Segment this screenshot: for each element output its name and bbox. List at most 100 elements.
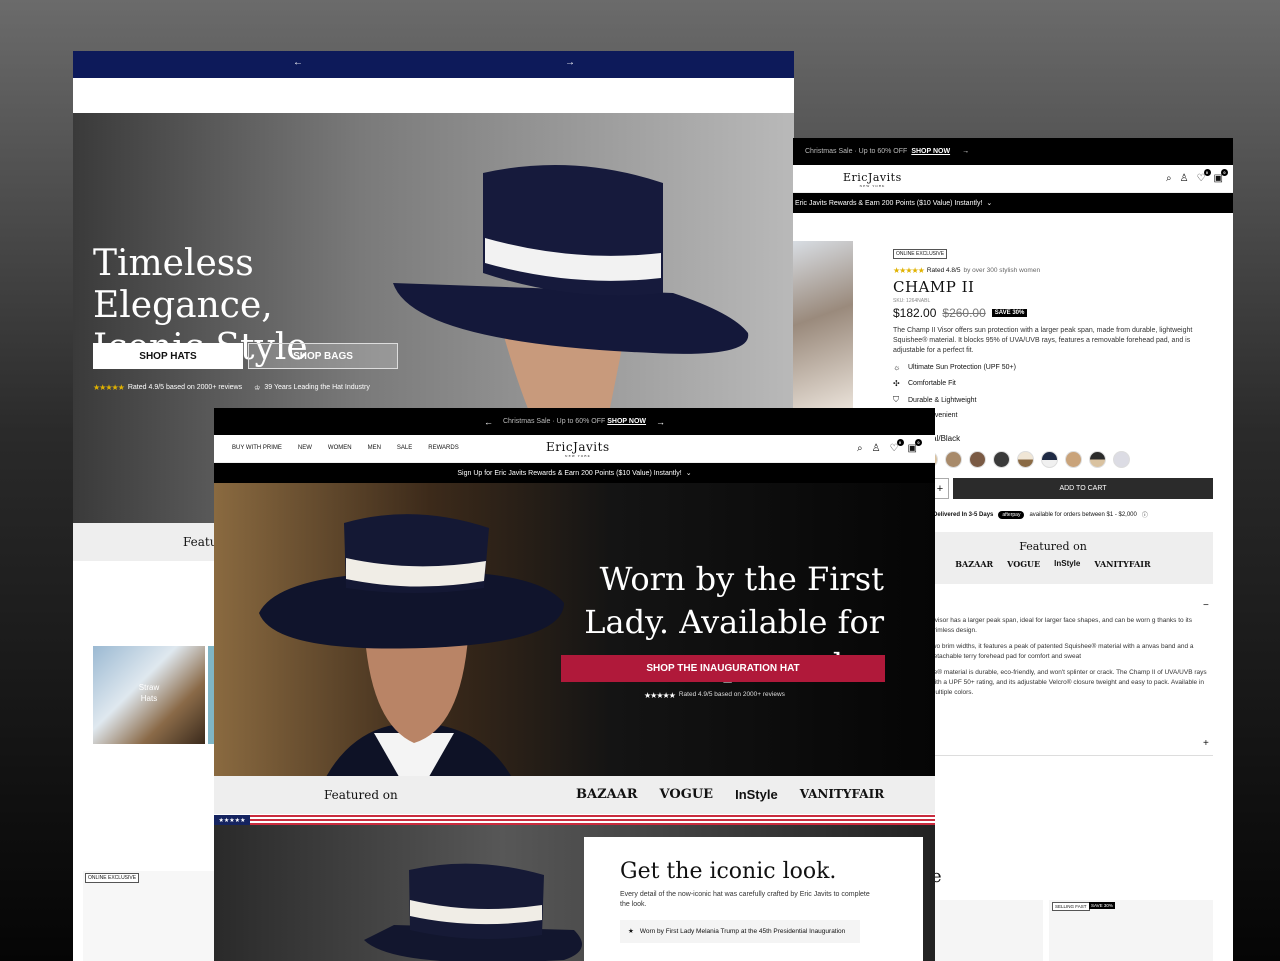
info-icon[interactable]: ⓘ — [1142, 510, 1148, 519]
next-arrow-icon[interactable]: → — [565, 57, 575, 68]
color-swatch[interactable] — [1113, 451, 1130, 468]
search-icon[interactable]: ⌕ — [1166, 173, 1172, 184]
product-card[interactable]: SELLING FAST SAVE 30% — [1049, 900, 1213, 961]
shield-icon: ⛉ — [893, 395, 899, 404]
search-icon[interactable]: ⌕ — [857, 443, 863, 454]
shop-now-link[interactable]: SHOP NOW — [911, 148, 950, 155]
rating-value: Rated 4.8/5 — [926, 267, 961, 274]
save-badge: SAVE 30% — [1089, 902, 1115, 909]
product-description: The Champ II Visor offers sun protection… — [893, 327, 1193, 354]
cart-icon[interactable]: ▣ 0 — [1214, 169, 1228, 184]
brand-logo[interactable]: EricJavits NEW YORK — [843, 171, 902, 188]
promo-bar: ← Christmas Sale · Up to 60% OFF SHOP NO… — [214, 408, 935, 435]
wishlist-count: 0 — [896, 439, 904, 446]
category-card-straw-hats[interactable]: Straw Hats — [93, 646, 205, 744]
color-swatch[interactable] — [993, 451, 1010, 468]
flag-stars: ★★★★★ — [214, 815, 250, 825]
look-description: Every detail of the now-iconic hat was c… — [620, 891, 870, 908]
look-title: Get the iconic look. — [620, 859, 837, 884]
hero-banner: Worn by the First Lady. Available for pr… — [214, 483, 935, 776]
rating-row: ★★★★★ Rated 4.9/5 based on 2000+ reviews — [644, 691, 785, 700]
feature-label: Comfortable Fit — [908, 380, 956, 387]
product-sku: SKU: 1264NABL — [893, 298, 931, 304]
cart-icon[interactable]: ▣ 0 — [908, 439, 922, 454]
logo-text: EricJavits — [843, 171, 902, 184]
adjust-icon: ✣ — [893, 379, 900, 388]
shipping-row: Delivered In 3-5 Days afterpay available… — [933, 510, 1148, 519]
nav-item-men[interactable]: MEN — [368, 445, 381, 451]
first-lady-hat-image — [259, 514, 564, 776]
site-header: EricJavits NEW YORK ⌕ ♙ ♡ 0 ▣ 0 — [793, 165, 1233, 193]
shop-hats-button[interactable]: SHOP HATS — [93, 343, 243, 369]
stars-icon: ★★★★★ — [93, 383, 125, 392]
logo-subtext: NEW YORK — [859, 184, 886, 188]
product-title: CHAMP II — [893, 278, 975, 296]
promo-bar: Christmas Sale · Up to 60% OFF SHOP NOW … — [793, 138, 1233, 165]
category-label: Straw Hats — [138, 683, 160, 703]
featured-title: Featured on — [1019, 540, 1087, 553]
color-swatch[interactable] — [1041, 451, 1058, 468]
account-icon[interactable]: ♙ — [1180, 173, 1189, 184]
instyle-logo: InStyle — [1054, 559, 1081, 568]
sun-icon: ☼ — [893, 363, 901, 372]
shop-inauguration-hat-button[interactable]: SHOP THE INAUGURATION HAT — [561, 655, 885, 682]
brand-logo[interactable]: EricJavits NEW YORK — [546, 440, 610, 458]
featured-on-box: Featured on BAZAAR VOGUE InStyle VANITYF… — [893, 532, 1213, 584]
stars-icon: ★★★★★ — [893, 266, 925, 275]
color-swatch[interactable] — [1017, 451, 1034, 468]
online-exclusive-tag: ONLINE EXCLUSIVE — [893, 249, 948, 259]
rewards-bar[interactable]: Eric Javits Rewards & Earn 200 Points ($… — [793, 193, 1233, 213]
afterpay-logo: afterpay — [998, 510, 1025, 519]
account-icon[interactable]: ♙ — [872, 443, 881, 454]
next-arrow-icon[interactable]: → — [962, 148, 969, 155]
compare-price: $260.00 — [942, 306, 986, 320]
vogue-logo: VOGUE — [1007, 559, 1041, 569]
star-bullet-icon: ★ — [628, 928, 634, 935]
iconic-look-card: Get the iconic look. Every detail of the… — [584, 837, 923, 961]
hat-image — [364, 863, 582, 961]
accordion-content: ll visor has a larger peak span, ideal f… — [930, 616, 1210, 704]
rating-suffix: by over 300 stylish women — [963, 267, 1041, 274]
product-card[interactable] — [83, 871, 218, 961]
announcement-bar: ← → — [73, 51, 794, 78]
prev-arrow-icon[interactable]: ← — [484, 417, 493, 427]
nav-item-sale[interactable]: SALE — [397, 445, 412, 451]
accordion-paragraph: ee® material is durable, eco-friendly, a… — [930, 669, 1207, 696]
add-to-cart-button[interactable]: ADD TO CART — [953, 478, 1213, 499]
color-swatch[interactable] — [1089, 451, 1106, 468]
cart-count: 0 — [1221, 169, 1228, 176]
color-swatch[interactable] — [1065, 451, 1082, 468]
cart-count: 0 — [915, 439, 922, 446]
homepage-window-front: ← Christmas Sale · Up to 60% OFF SHOP NO… — [214, 408, 935, 961]
product-image[interactable] — [793, 241, 853, 408]
crown-icon: ♔ — [254, 384, 261, 392]
prev-arrow-icon[interactable]: ← — [293, 57, 303, 68]
signup-text: Sign Up for Eric Javits Rewards & Earn 2… — [457, 469, 682, 477]
chevron-down-icon: ⌄ — [685, 470, 692, 477]
feature-item: ⛉ Durable & Lightweight — [893, 395, 1213, 405]
rewards-text: Eric Javits Rewards & Earn 200 Points ($… — [795, 199, 983, 207]
wishlist-icon[interactable]: ♡ 0 — [890, 439, 904, 454]
feature-label: Ultimate Sun Protection (UPF 50+) — [908, 364, 1016, 371]
wishlist-icon[interactable]: ♡ 0 — [1197, 169, 1211, 184]
accordion-collapse-icon[interactable]: − — [1203, 600, 1209, 611]
shop-now-link[interactable]: SHOP NOW — [607, 418, 646, 425]
shop-bags-button[interactable]: SHOP BAGS — [248, 343, 398, 369]
rewards-signup-bar[interactable]: Sign Up for Eric Javits Rewards & Earn 2… — [214, 463, 935, 483]
feature-item: le & Convenient — [893, 412, 1213, 419]
vanityfair-logo: VANITYFAIR — [799, 787, 885, 801]
afterpay-text: available for orders between $1 - $2,000 — [1029, 511, 1137, 518]
price-row: $182.00 $260.00 SAVE 30% — [893, 306, 1213, 320]
header-icons: ⌕ ♙ ♡ 0 ▣ 0 — [857, 439, 922, 454]
color-swatch[interactable] — [969, 451, 986, 468]
nav-item-buy-with-prime[interactable]: BUY WITH PRIME — [232, 445, 282, 451]
nav-item-women[interactable]: WOMEN — [328, 445, 352, 451]
nav-item-new[interactable]: NEW — [298, 445, 312, 451]
color-swatch[interactable] — [945, 451, 962, 468]
nav-item-rewards[interactable]: REWARDS — [428, 445, 458, 451]
logo-text: EricJavits — [546, 440, 610, 454]
shipping-text: Delivered In 3-5 Days — [933, 511, 994, 518]
next-arrow-icon[interactable]: → — [656, 417, 665, 427]
accordion-expand-icon[interactable]: + — [1203, 738, 1209, 749]
rating-text: Rated 4.9/5 based on 2000+ reviews — [678, 691, 785, 698]
